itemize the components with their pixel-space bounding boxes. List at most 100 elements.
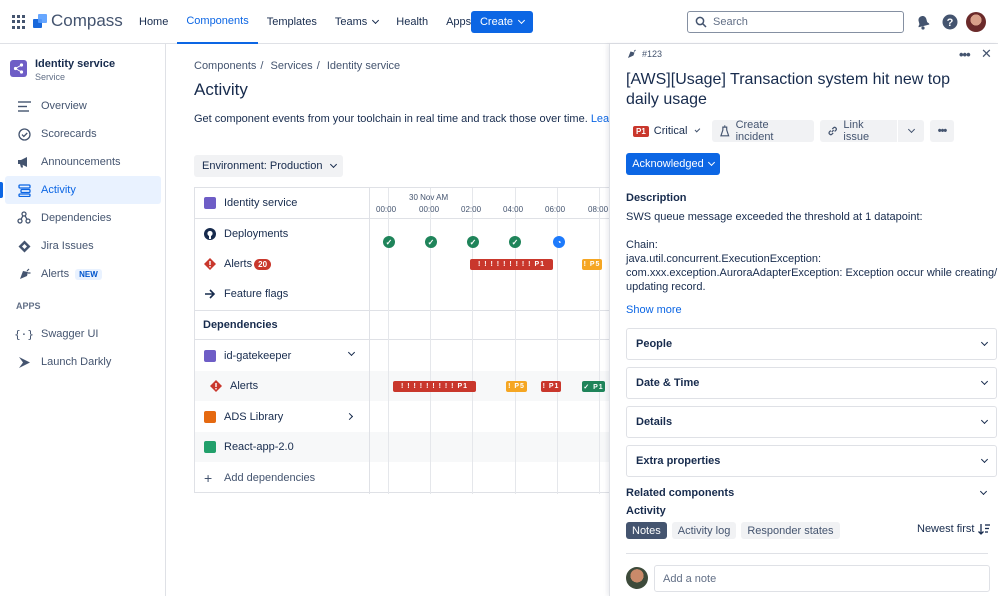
sidebar-item-swagger-ui[interactable]: {·} Swagger UI xyxy=(5,320,161,348)
alert-bar-resolved[interactable]: ✓ P1 xyxy=(582,381,605,392)
show-more-link[interactable]: Show more xyxy=(626,304,682,316)
description-line: com.xxx.exception.AuroraAdapterException… xyxy=(626,267,998,279)
sidebar-item-dependencies[interactable]: Dependencies xyxy=(5,204,161,232)
compass-logo[interactable]: Compass xyxy=(33,11,123,31)
tab-notes[interactable]: Notes xyxy=(626,522,667,539)
alert-bar-p1[interactable]: ! ! ! ! ! ! ! ! ! P1 xyxy=(393,381,476,392)
sort-dropdown[interactable]: Newest first xyxy=(917,523,991,535)
divider xyxy=(626,553,988,554)
sidebar-item-announcements[interactable]: Announcements xyxy=(5,148,161,176)
time-label: 08:00 xyxy=(588,205,609,214)
nav-components[interactable]: Components xyxy=(177,0,258,44)
row-label: Feature flags xyxy=(224,288,289,300)
description-text: Get component events from your toolchain… xyxy=(194,113,588,125)
deployments-row[interactable]: Deployments xyxy=(195,219,288,249)
date-time-section[interactable]: Date & Time xyxy=(626,367,997,399)
sidebar-item-jira-issues[interactable]: Jira Issues xyxy=(5,232,161,260)
top-navigation: Compass Home Components Templates Teams … xyxy=(0,0,998,44)
create-incident-button[interactable]: Create incident xyxy=(712,119,814,143)
nav-health[interactable]: Health xyxy=(387,0,437,44)
sort-icon xyxy=(978,523,991,535)
alert-bar-p1[interactable]: ! P1 xyxy=(541,381,561,392)
search-input[interactable] xyxy=(713,16,893,28)
id-gatekeeper-row[interactable]: id-gatekeeper xyxy=(195,341,370,371)
alert-bar-p5[interactable]: ! P5 xyxy=(506,381,527,392)
chevron-right-icon[interactable] xyxy=(345,412,354,421)
tab-responder-states[interactable]: Responder states xyxy=(741,522,840,539)
dependency-alerts-row[interactable]: Alerts xyxy=(195,371,258,401)
sidebar-item-alerts[interactable]: Alerts NEW xyxy=(5,260,161,288)
dependencies-header: Dependencies xyxy=(195,310,278,340)
more-options-button[interactable]: ••• xyxy=(930,120,954,142)
link-issue-button[interactable]: Link issue xyxy=(820,119,897,143)
add-dependencies-button[interactable]: + Add dependencies xyxy=(195,463,315,493)
notifications-bell-icon[interactable] xyxy=(915,14,931,30)
sidebar-item-label: Launch Darkly xyxy=(41,356,112,368)
incident-icon xyxy=(720,125,730,137)
compass-logo-icon xyxy=(33,14,47,28)
chevron-down-icon[interactable] xyxy=(347,348,356,357)
priority-dropdown[interactable]: P1 Critical xyxy=(626,120,706,142)
related-components-section[interactable]: Related components xyxy=(626,487,988,499)
sidebar-item-scorecards[interactable]: Scorecards xyxy=(5,120,161,148)
tab-activity-log[interactable]: Activity log xyxy=(671,522,737,539)
search-box[interactable] xyxy=(687,11,904,33)
deployment-success-icon[interactable]: ✓ xyxy=(383,236,395,248)
breadcrumb-services[interactable]: Services xyxy=(271,60,313,72)
activity-tabs: Notes Activity log Responder states xyxy=(626,522,840,539)
app-switcher-icon[interactable] xyxy=(12,15,26,29)
service-name: Identity service xyxy=(35,58,116,70)
nav-templates[interactable]: Templates xyxy=(258,0,326,44)
description-line: java.util.concurrent.ExecutionException: xyxy=(626,253,822,265)
alert-diamond-icon xyxy=(204,258,216,270)
breadcrumb-identity-service[interactable]: Identity service xyxy=(327,60,400,72)
people-section[interactable]: People xyxy=(626,328,997,360)
nav-home[interactable]: Home xyxy=(130,0,177,44)
react-app-row[interactable]: React-app-2.0 xyxy=(195,432,294,462)
alert-bar-p5[interactable]: ! P5 xyxy=(582,259,602,270)
service-header[interactable]: Identity service Service xyxy=(10,58,115,82)
sidebar-item-overview[interactable]: Overview xyxy=(5,92,161,120)
deployment-success-icon[interactable]: ✓ xyxy=(467,236,479,248)
deployment-in-progress-icon[interactable]: ◔ xyxy=(553,236,565,248)
extra-properties-section[interactable]: Extra properties xyxy=(626,445,997,477)
add-note-input[interactable] xyxy=(654,565,990,592)
sidebar-item-label: Jira Issues xyxy=(41,240,94,252)
create-button[interactable]: Create xyxy=(471,11,533,33)
activity-timeline: 30 Nov AM 00:00 00:00 02:00 04:00 06:00 … xyxy=(194,187,609,494)
deployment-success-icon[interactable]: ✓ xyxy=(425,236,437,248)
row-label: Deployments xyxy=(224,228,289,240)
sidebar-item-label: Scorecards xyxy=(41,128,97,140)
alerts-row[interactable]: Alerts 20 xyxy=(195,249,272,279)
environment-dropdown[interactable]: Environment: Production xyxy=(194,155,343,177)
help-icon[interactable]: ? xyxy=(942,14,958,30)
sidebar-item-activity[interactable]: Activity xyxy=(0,176,161,204)
app-icon xyxy=(204,441,216,453)
link-issue-dropdown[interactable] xyxy=(898,120,924,142)
time-label: 02:00 xyxy=(461,205,482,214)
learn-more-link[interactable]: Learn mo xyxy=(591,113,609,125)
row-label: Add dependencies xyxy=(224,472,316,484)
megaphone-icon xyxy=(17,155,31,169)
scorecard-icon xyxy=(17,127,31,141)
feature-flags-row[interactable]: Feature flags xyxy=(195,279,288,309)
dependencies-title: Dependencies xyxy=(203,319,278,331)
priority-label: Critical xyxy=(653,125,688,137)
sidebar-item-label: Dependencies xyxy=(41,212,112,224)
status-dropdown[interactable]: Acknowledged xyxy=(626,153,720,175)
alert-bar-p1[interactable]: ! ! ! ! ! ! ! ! ! P1 xyxy=(470,259,553,270)
page-title: Activity xyxy=(194,80,248,99)
more-actions-icon[interactable]: ••• xyxy=(959,47,971,62)
details-section[interactable]: Details xyxy=(626,406,997,438)
overview-icon xyxy=(17,99,31,113)
close-icon[interactable]: ✕ xyxy=(981,46,992,62)
sidebar-item-launch-darkly[interactable]: Launch Darkly xyxy=(5,348,161,376)
sidebar-item-label: Overview xyxy=(41,100,87,112)
nav-teams[interactable]: Teams xyxy=(326,0,387,44)
ads-library-row[interactable]: ADS Library xyxy=(195,402,370,432)
deployment-success-icon[interactable]: ✓ xyxy=(509,236,521,248)
sidebar-apps: {·} Swagger UI Launch Darkly xyxy=(5,320,161,376)
create-button-label: Create xyxy=(479,16,514,28)
breadcrumb-components[interactable]: Components xyxy=(194,60,256,72)
user-avatar[interactable] xyxy=(966,12,986,32)
